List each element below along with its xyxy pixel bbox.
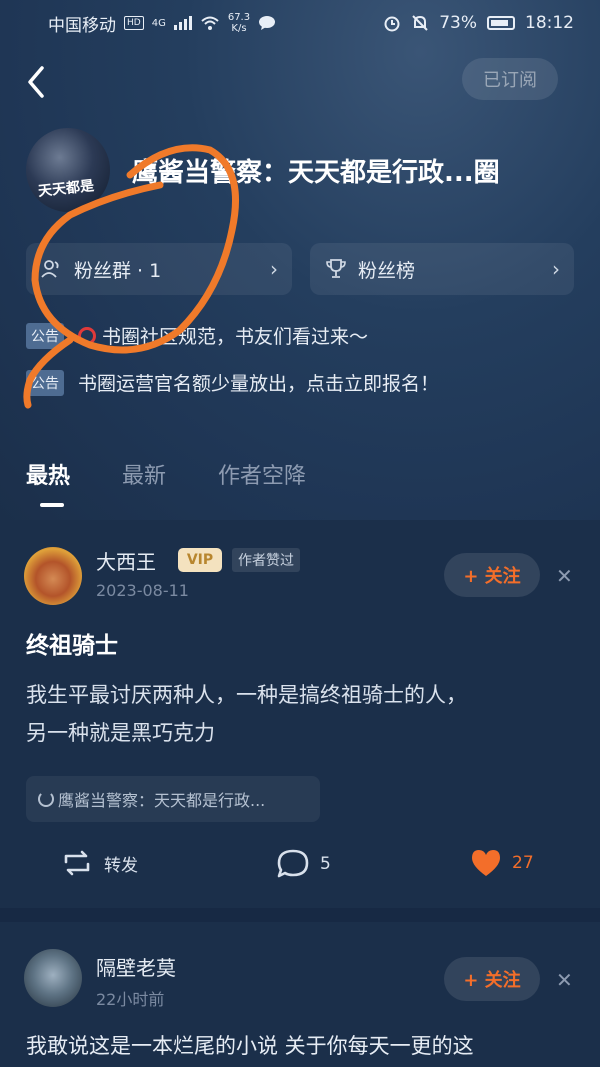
- active-tab-indicator: [40, 503, 64, 507]
- battery-percent: 73%: [439, 13, 477, 33]
- close-icon[interactable]: ✕: [556, 968, 573, 992]
- post-date: 22小时前: [96, 990, 165, 1009]
- hd-icon: HD: [124, 16, 144, 30]
- post-body-line: 另一种就是黑巧克力: [26, 721, 215, 745]
- author-liked-badge: 作者赞过: [232, 548, 300, 572]
- back-arrow-icon[interactable]: [22, 64, 52, 100]
- trophy-icon: [326, 259, 346, 278]
- post-date: 2023-08-11: [96, 581, 189, 600]
- signal-icon: [173, 16, 192, 30]
- circle-title: 鹰酱当警察：天天都是行政...圈: [132, 158, 500, 188]
- mute-bell-icon: [412, 15, 428, 31]
- fan-rank-label: 粉丝榜: [358, 259, 416, 282]
- post-body-line: 我生平最讨厌两种人，一种是搞终祖骑士的人，: [26, 683, 467, 707]
- notice-text: 书圈运营官名额少量放出，点击立即报名！: [78, 373, 440, 395]
- cover-text: 天天都是: [37, 178, 95, 200]
- notice-ring-icon: [78, 326, 96, 345]
- people-icon: [41, 260, 59, 278]
- wifi-icon: [201, 16, 219, 30]
- chat-bubble-icon: [259, 16, 276, 30]
- signal-type: 4G: [151, 17, 166, 29]
- notice-item[interactable]: 公告 书圈运营官名额少量放出，点击立即报名！: [26, 369, 439, 396]
- fan-group-label: 粉丝群 · 1: [74, 259, 162, 282]
- follow-button[interactable]: + 关注: [444, 957, 540, 1001]
- vip-badge: VIP: [178, 548, 222, 572]
- tab-author-drop[interactable]: 作者空降: [218, 458, 306, 490]
- fan-rank-button[interactable]: 粉丝榜 ›: [310, 243, 574, 295]
- comment-count: 5: [320, 854, 331, 874]
- alarm-icon: [384, 16, 400, 32]
- repost-label: 转发: [104, 855, 138, 876]
- feed-tabs: 最热 最新 作者空降: [26, 458, 306, 490]
- carrier-name: 中国移动: [48, 15, 116, 36]
- network-speed: 67.3 K/s: [227, 12, 251, 34]
- like-button[interactable]: 27: [470, 848, 534, 878]
- post-body[interactable]: 我生平最讨厌两种人，一种是搞终祖骑士的人， 另一种就是黑巧克力: [26, 676, 576, 752]
- repost-icon: [64, 850, 90, 876]
- close-icon[interactable]: ✕: [556, 564, 573, 588]
- notice-item[interactable]: 公告 书圈社区规范，书友们看过来～: [26, 322, 368, 349]
- chevron-right-icon: ›: [552, 257, 560, 281]
- repost-button[interactable]: 转发: [60, 848, 138, 878]
- notice-text: 书圈社区规范，书友们看过来～: [102, 326, 369, 348]
- avatar[interactable]: [24, 547, 82, 605]
- post-title[interactable]: 终祖骑士: [26, 626, 118, 660]
- battery-icon: [487, 16, 515, 30]
- book-cover-avatar[interactable]: 天天都是: [26, 128, 110, 212]
- notice-tag: 公告: [26, 322, 64, 349]
- status-bar: 中国移动 HD 4G 67.3 K/s 73% 18:12: [0, 0, 600, 46]
- tab-hottest[interactable]: 最热: [26, 458, 70, 490]
- post-body[interactable]: 我敢说这是一本烂尾的小说 关于你每天一更的这: [26, 1030, 474, 1060]
- post-divider: [0, 908, 600, 922]
- avatar[interactable]: [24, 949, 82, 1007]
- like-count: 27: [512, 853, 534, 873]
- tab-latest[interactable]: 最新: [122, 458, 166, 490]
- fan-group-button[interactable]: 粉丝群 · 1 ›: [26, 243, 292, 295]
- post-author-name[interactable]: 隔壁老莫: [96, 952, 176, 981]
- follow-button[interactable]: + 关注: [444, 553, 540, 597]
- subscribed-button[interactable]: 已订阅: [462, 58, 558, 100]
- comment-icon: [277, 849, 309, 878]
- clock: 18:12: [525, 13, 574, 33]
- book-reference-text: 鹰酱当警察：天天都是行政...: [58, 791, 266, 810]
- refresh-icon: [38, 791, 54, 807]
- book-reference-chip[interactable]: 鹰酱当警察：天天都是行政...: [26, 776, 320, 822]
- heart-icon: [472, 850, 500, 876]
- chevron-right-icon: ›: [270, 257, 278, 281]
- notice-tag: 公告: [26, 369, 64, 396]
- post-author-name[interactable]: 大西王: [96, 546, 156, 575]
- comment-button[interactable]: 5: [276, 848, 331, 880]
